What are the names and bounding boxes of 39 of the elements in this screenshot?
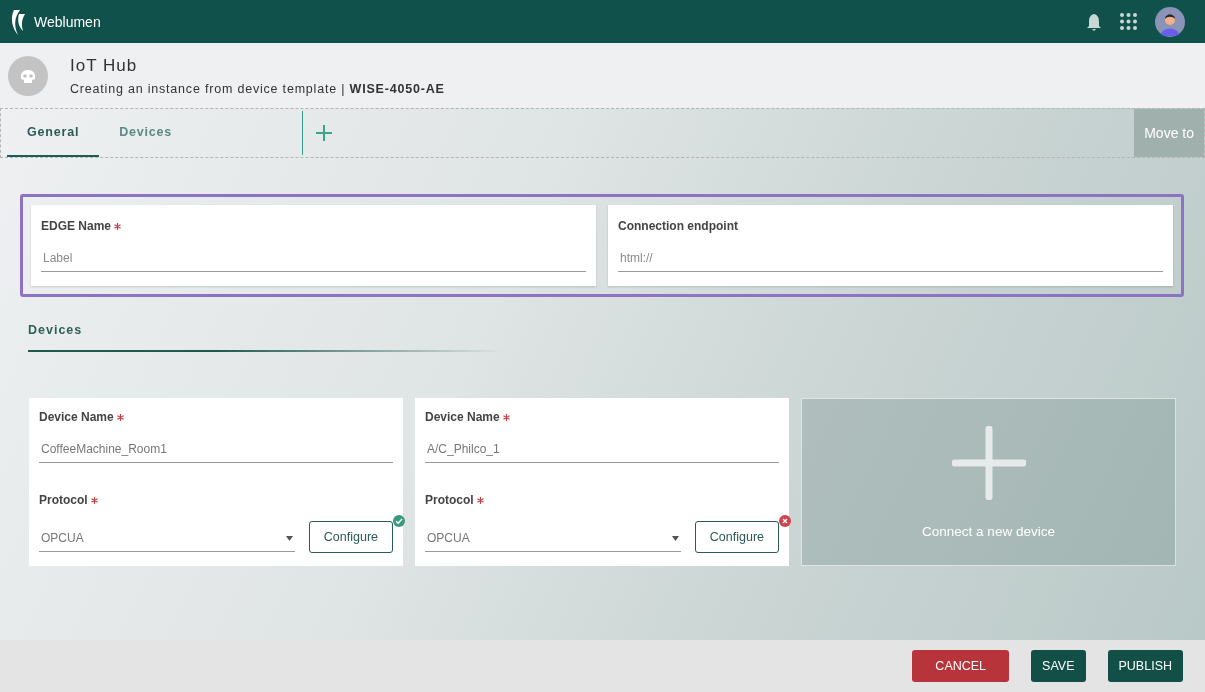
- field-label: Protocol: [425, 493, 779, 507]
- field-label: EDGE Name: [41, 219, 586, 233]
- section-heading: Devices: [28, 323, 83, 337]
- connect-device-label: Connect a new device: [922, 523, 1055, 539]
- field-label: Protocol: [39, 493, 393, 507]
- protocol-select[interactable]: OPCUA: [425, 527, 681, 552]
- skull-icon: [8, 55, 48, 96]
- tab[interactable]: Devices: [99, 109, 193, 157]
- caret-icon: [671, 535, 679, 541]
- text-input[interactable]: html://: [618, 247, 1163, 272]
- footer-button[interactable]: SAVE: [1031, 650, 1086, 682]
- plus-icon: [951, 425, 1026, 500]
- form-field-card[interactable]: Connection endpoint html://: [608, 205, 1173, 286]
- form-field-card[interactable]: EDGE Name Label: [31, 205, 596, 286]
- text-input[interactable]: CoffeeMachine_Room1: [39, 438, 393, 463]
- field-label: Device Name: [39, 410, 393, 424]
- configure-button[interactable]: Configure: [308, 521, 393, 553]
- configure-button[interactable]: Configure: [694, 521, 779, 553]
- page-subtitle: Creating an instance from device template | WISE-4050-AE: [70, 81, 445, 96]
- user-avatar[interactable]: [1155, 6, 1185, 37]
- text-input[interactable]: A/C_Philco_1: [425, 438, 779, 463]
- protocol-select[interactable]: OPCUA: [39, 527, 295, 552]
- field-label: Device Name: [425, 410, 779, 424]
- required-icon: [503, 414, 511, 421]
- notification-icon[interactable]: [1086, 12, 1102, 31]
- footer-button[interactable]: CANCEL: [912, 650, 1010, 682]
- required-icon: [91, 497, 98, 504]
- plus-icon: [315, 124, 334, 142]
- text-input[interactable]: Label: [41, 247, 586, 272]
- logo-icon: [10, 7, 26, 36]
- required-icon: [477, 497, 484, 504]
- page-title: IoT Hub: [70, 55, 139, 76]
- field-label: Connection endpoint: [618, 219, 739, 233]
- required-icon: [117, 414, 125, 421]
- footer-button[interactable]: PUBLISH: [1107, 650, 1183, 682]
- caret-icon: [285, 535, 293, 541]
- tab[interactable]: General: [7, 109, 100, 157]
- app-name: Weblumen: [34, 13, 101, 30]
- apps-grid-icon[interactable]: [1120, 13, 1137, 30]
